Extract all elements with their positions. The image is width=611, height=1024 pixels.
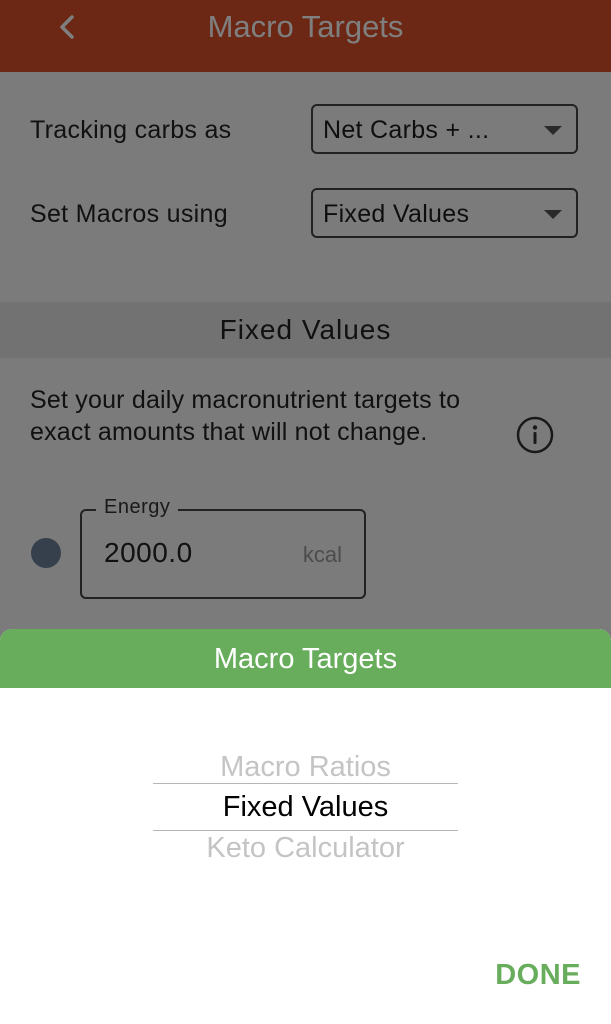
app-screen: Macro Targets Tracking carbs as Net Carb… — [0, 0, 611, 1024]
macro-mode-picker[interactable]: Macro Ratios Fixed Values Keto Calculato… — [153, 749, 458, 869]
done-button[interactable]: DONE — [495, 959, 581, 992]
picker-option-macro-ratios[interactable]: Macro Ratios — [153, 751, 458, 784]
picker-sheet-header: Macro Targets — [0, 629, 611, 688]
picker-divider — [153, 783, 458, 784]
picker-sheet-title: Macro Targets — [213, 643, 398, 675]
picker-option-keto-calculator[interactable]: Keto Calculator — [153, 832, 458, 865]
picker-option-fixed-values[interactable]: Fixed Values — [153, 791, 458, 824]
picker-divider — [153, 830, 458, 831]
picker-sheet: Macro Targets Macro Ratios Fixed Values … — [0, 629, 611, 1024]
